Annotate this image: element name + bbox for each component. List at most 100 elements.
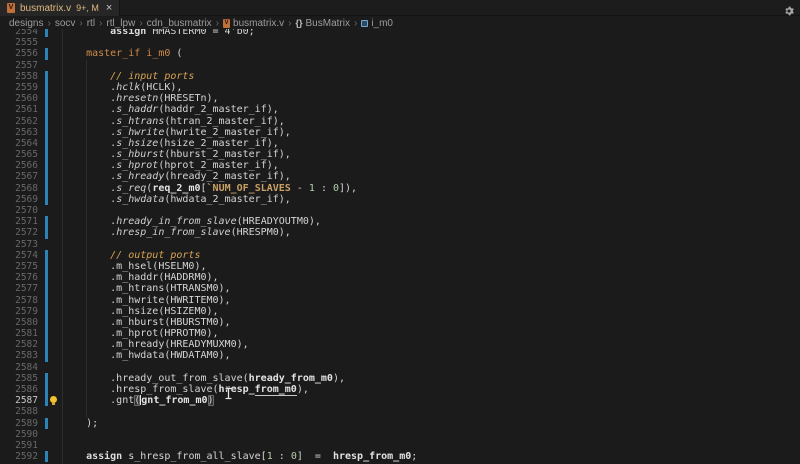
line-number: 2575 [0, 261, 38, 272]
line-number: 2566 [0, 160, 38, 171]
line-number: 2571 [0, 216, 38, 227]
line-number: 2591 [0, 440, 38, 451]
code-line-2577[interactable]: 2577 .m_htrans(HTRANSM0), [0, 283, 800, 294]
code-line-2576[interactable]: 2576.m_haddr(HADDRM0), [0, 272, 800, 283]
code-text: .m_htrans(HTRANSM0), [62, 283, 231, 294]
code-line-2567[interactable]: 2567 .s_hready(hready_2_master_if), [0, 171, 800, 182]
code-text: assign s_hresp_from_all_slave[1 : 0] = h… [62, 451, 417, 462]
breadcrumb-item-i_m0[interactable]: i_m0 [361, 18, 393, 29]
breadcrumb-separator: › [139, 18, 142, 29]
line-number: 2560 [0, 93, 38, 104]
code-line-2585[interactable]: 2585.hready_out_from_slave(hready_from_m… [0, 373, 800, 384]
line-number: 2572 [0, 227, 38, 238]
breadcrumb-label: busmatrix.v [233, 18, 284, 29]
code-line-2579[interactable]: 2579.m_hsize(HSIZEM0), [0, 306, 800, 317]
code-line-2582[interactable]: 2582 .m_hready(HREADYMUXM0), [0, 339, 800, 350]
code-text: .s_hwdata(hwdata_2_master_if), [62, 194, 291, 205]
code-line-2566[interactable]: 2566.s_hprot(hprot_2_master_if), [0, 160, 800, 171]
code-line-2575[interactable]: 2575 .m_hsel(HSELM0), [0, 261, 800, 272]
code-text: .s_hready(hready_2_master_if), [62, 171, 291, 182]
code-line-2571[interactable]: 2571.hready_in_from_slave(HREADYOUTM0), [0, 216, 800, 227]
tab-busmatrix[interactable]: busmatrix.v 9+, M × [0, 0, 120, 16]
code-line-2592[interactable]: 2592assign s_hresp_from_all_slave[1 : 0]… [0, 451, 800, 462]
code-line-2569[interactable]: 2569 .s_hwdata(hwdata_2_master_if), [0, 194, 800, 205]
git-modified-indicator [45, 29, 48, 37]
breadcrumb-item-busmatrix.v[interactable]: busmatrix.v [223, 18, 284, 29]
code-line-2590[interactable]: 2590 [0, 429, 800, 440]
git-modified-indicator [45, 48, 48, 59]
git-modified-indicator [45, 82, 48, 93]
code-line-2572[interactable]: 2572.hresp_in_from_slave(HRESPM0), [0, 227, 800, 238]
breadcrumb-separator: › [79, 18, 82, 29]
code-line-2554[interactable]: 2554assign HMASTERM0 = 4'b0; [0, 29, 800, 37]
code-line-2565[interactable]: 2565.s_hburst(hburst_2_master_if), [0, 149, 800, 160]
git-modified-indicator [45, 149, 48, 160]
breadcrumb-separator: › [354, 18, 357, 29]
code-line-2588[interactable]: 2588 [0, 406, 800, 417]
code-text: .s_haddr(haddr_2_master_if), [62, 104, 279, 115]
line-number: 2555 [0, 37, 38, 48]
git-modified-indicator [45, 283, 48, 294]
code-text: .m_hready(HREADYMUXM0), [62, 339, 249, 350]
code-line-2558[interactable]: 2558// input ports [0, 71, 800, 82]
code-text: .m_hwrite(HWRITEM0), [62, 295, 231, 306]
code-line-2568[interactable]: 2568.s_req(req_2_m0[`NUM_OF_SLAVES - 1 :… [0, 183, 800, 194]
code-text: .m_hsize(HSIZEM0), [62, 306, 219, 317]
braces-icon [296, 18, 303, 28]
code-line-2555[interactable]: 2555 [0, 37, 800, 48]
breadcrumb-item-rtl[interactable]: rtl [87, 18, 95, 29]
git-modified-indicator [45, 71, 48, 82]
git-modified-indicator [45, 250, 48, 261]
line-number: 2562 [0, 116, 38, 127]
code-line-2574[interactable]: 2574// output ports [0, 250, 800, 261]
code-line-2556[interactable]: 2556master_if i_m0 ( [0, 48, 800, 59]
code-line-2581[interactable]: 2581.m_hprot(HPROTM0), [0, 328, 800, 339]
verilog-file-icon [223, 19, 230, 28]
line-number: 2569 [0, 194, 38, 205]
breadcrumb-item-BusMatrix[interactable]: BusMatrix [296, 18, 350, 29]
breadcrumb-item-rtl_lpw[interactable]: rtl_lpw [106, 18, 135, 29]
code-line-2583[interactable]: 2583.m_hwdata(HWDATAM0), [0, 350, 800, 361]
git-modified-indicator [45, 171, 48, 182]
breadcrumb-item-designs[interactable]: designs [9, 18, 43, 29]
code-line-2557[interactable]: 2557 [0, 60, 800, 71]
code-text: // output ports [62, 250, 200, 261]
line-number: 2558 [0, 71, 38, 82]
breadcrumb: designs›socv›rtl›rtl_lpw›cdn_busmatrix›b… [0, 17, 800, 29]
line-number: 2567 [0, 171, 38, 182]
breadcrumb-item-socv[interactable]: socv [55, 18, 76, 29]
git-modified-indicator [45, 295, 48, 306]
line-number: 2564 [0, 138, 38, 149]
code-line-2580[interactable]: 2580.m_hburst(HBURSTM0), [0, 317, 800, 328]
code-line-2584[interactable]: 2584 [0, 362, 800, 373]
code-line-2578[interactable]: 2578.m_hwrite(HWRITEM0), [0, 295, 800, 306]
tab-decoration-badge: 9+, M [76, 3, 99, 13]
breadcrumb-item-cdn_busmatrix[interactable]: cdn_busmatrix [147, 18, 212, 29]
code-line-2591[interactable]: 2591 [0, 440, 800, 451]
code-line-2561[interactable]: 2561.s_haddr(haddr_2_master_if), [0, 104, 800, 115]
code-line-2563[interactable]: 2563.s_hwrite(hwrite_2_master_if), [0, 127, 800, 138]
git-modified-indicator [45, 373, 48, 384]
code-line-2589[interactable]: 2589); [0, 418, 800, 429]
code-line-2564[interactable]: 2564 .s_hsize(hsize_2_master_if), [0, 138, 800, 149]
close-icon[interactable]: × [106, 3, 112, 14]
code-text: .s_hsize(hsize_2_master_if), [62, 138, 279, 149]
code-text: .m_hsel(HSELM0), [62, 261, 206, 272]
lightbulb-icon[interactable] [49, 396, 58, 406]
line-number: 2589 [0, 418, 38, 429]
code-line-2562[interactable]: 2562.s_htrans(htran_2_master_if), [0, 116, 800, 127]
git-modified-indicator [45, 227, 48, 238]
git-modified-indicator [45, 183, 48, 194]
code-line-2560[interactable]: 2560.hresetn(HRESETn), [0, 93, 800, 104]
code-line-2559[interactable]: 2559.hclk(HCLK), [0, 82, 800, 93]
code-line-2586[interactable]: 2586.hresp_from_slave(hresp_from_m0), [0, 384, 800, 395]
code-text: .s_hburst(hburst_2_master_if), [62, 149, 291, 160]
git-modified-indicator [45, 104, 48, 115]
line-number: 2582 [0, 339, 38, 350]
code-line-2573[interactable]: 2573 [0, 239, 800, 250]
code-line-2570[interactable]: 2570 [0, 205, 800, 216]
code-line-2587[interactable]: 2587.gnt(gnt_from_m0) [0, 395, 800, 406]
code-text: master_if i_m0 ( [62, 48, 182, 59]
code-editor[interactable]: 2554assign HMASTERM0 = 4'b0;25552556mast… [0, 29, 800, 464]
line-number: 2577 [0, 283, 38, 294]
